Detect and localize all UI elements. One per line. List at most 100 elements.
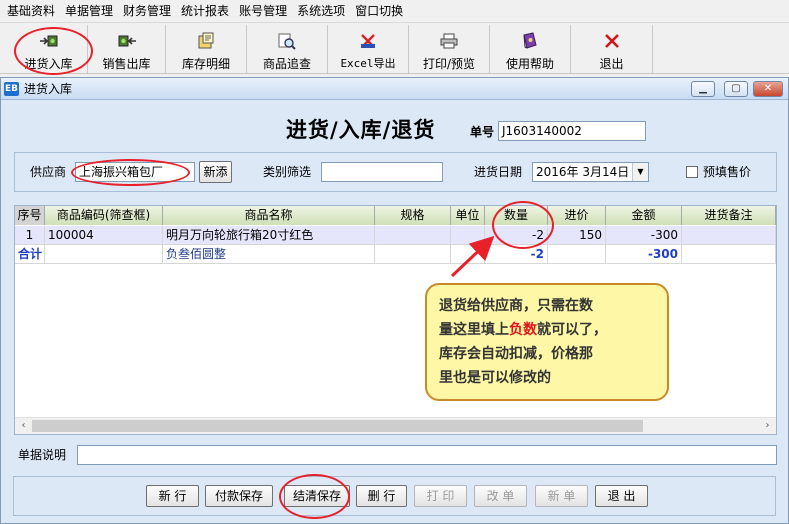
table-row[interactable]: 1 100004 明月万向轮旅行箱20寸红色 -2 150 -300	[15, 226, 776, 245]
toolbar-label: 商品追查	[262, 57, 311, 71]
toolbar-label: 使用帮助	[505, 57, 554, 71]
menu-bar: 基础资料 单据管理 财务管理 统计报表 账号管理 系统选项 窗口切换	[0, 0, 789, 22]
window-title: 进货入库	[24, 82, 73, 96]
toolbar-stock-out-button[interactable]: 销售出库	[88, 25, 166, 73]
doc-number-field[interactable]: J1603140002	[498, 121, 646, 141]
cell-price[interactable]: 150	[548, 226, 606, 245]
toolbar-excel-export-button[interactable]: Excel导出	[328, 25, 409, 73]
supplier-field[interactable]: 上海振兴箱包厂	[75, 162, 195, 182]
toolbar-exit-button[interactable]: 退出	[571, 25, 653, 73]
scroll-right-icon[interactable]: ›	[759, 418, 776, 434]
total-amount-in-words: 负叁佰圆整	[163, 245, 375, 264]
toolbar-stock-in-button[interactable]: 进货入库	[10, 25, 88, 73]
annotation-line-2a: 量这里填上	[439, 322, 509, 338]
col-header-unit[interactable]: 单位	[451, 206, 485, 225]
stock-out-icon	[116, 30, 138, 52]
date-value: 2016年 3月14日	[536, 165, 630, 179]
cell-amount[interactable]: -300	[606, 226, 682, 245]
toolbar-product-trace-button[interactable]: 商品追查	[247, 25, 328, 73]
printer-icon	[438, 30, 460, 52]
close-icon: ✕	[763, 83, 773, 94]
page-title: 进货/入库/退货	[286, 117, 436, 142]
date-picker[interactable]: 2016年 3月14日 ▼	[532, 162, 649, 182]
menu-reports[interactable]: 统计报表	[176, 0, 234, 22]
annotation-emphasis: 负数	[509, 322, 537, 338]
horizontal-scrollbar[interactable]: ‹ ›	[15, 417, 776, 434]
menu-basic-data[interactable]: 基础资料	[2, 0, 60, 22]
print-button[interactable]: 打 印	[414, 485, 467, 507]
col-header-amount[interactable]: 金额	[606, 206, 682, 225]
total-label: 合计	[15, 245, 45, 264]
cell-qty[interactable]: -2	[485, 226, 548, 245]
toolbar-label: 销售出库	[102, 57, 151, 71]
new-row-button[interactable]: 新 行	[146, 485, 199, 507]
toolbar-label: 退出	[599, 57, 624, 71]
chevron-down-icon[interactable]: ▼	[632, 163, 648, 181]
total-cell-unit	[451, 245, 485, 264]
new-order-button[interactable]: 新 单	[535, 485, 588, 507]
inventory-icon	[195, 30, 217, 52]
cell-note[interactable]	[682, 226, 776, 245]
modify-order-button[interactable]: 改 单	[474, 485, 527, 507]
annotation-line-4: 里也是可以修改的	[439, 370, 551, 386]
total-cell-note	[682, 245, 776, 264]
add-supplier-button[interactable]: 新添	[199, 161, 232, 183]
col-header-price[interactable]: 进价	[548, 206, 606, 225]
settle-save-button[interactable]: 结清保存	[284, 485, 350, 507]
pay-save-button[interactable]: 付款保存	[205, 485, 273, 507]
scroll-left-icon[interactable]: ‹	[15, 418, 32, 434]
toolbar-inventory-button[interactable]: 库存明细	[166, 25, 247, 73]
maximize-button[interactable]: ▢	[724, 81, 748, 97]
toolbar-label: Excel导出	[340, 57, 396, 70]
excel-icon	[357, 30, 379, 52]
stock-in-icon	[38, 30, 60, 52]
memo-label: 单据说明	[18, 448, 67, 462]
menu-options[interactable]: 系统选项	[292, 0, 350, 22]
col-header-seq[interactable]: 序号	[15, 206, 45, 225]
minimize-button[interactable]: ▁	[691, 81, 715, 97]
cell-unit[interactable]	[451, 226, 485, 245]
app-root: 基础资料 单据管理 财务管理 统计报表 账号管理 系统选项 窗口切换 进货入库 …	[0, 0, 789, 524]
total-amount: -300	[606, 245, 682, 264]
prefill-price-label: 预填售价	[703, 165, 752, 179]
cell-spec[interactable]	[375, 226, 451, 245]
delete-row-button[interactable]: 删 行	[356, 485, 407, 507]
memo-input[interactable]	[77, 445, 777, 465]
col-header-code[interactable]: 商品编码(筛查框)	[45, 206, 163, 225]
annotation-line-3: 库存会自动扣减，价格那	[439, 346, 593, 362]
total-cell-spec	[375, 245, 451, 264]
total-cell-price	[548, 245, 606, 264]
cell-name[interactable]: 明月万向轮旅行箱20寸红色	[163, 226, 375, 245]
cell-code[interactable]: 100004	[45, 226, 163, 245]
menu-accounts[interactable]: 账号管理	[234, 0, 292, 22]
menu-documents[interactable]: 单据管理	[60, 0, 118, 22]
app-logo-icon: EB	[4, 82, 19, 96]
doc-number-label: 单号	[470, 125, 495, 139]
total-cell-code	[45, 245, 163, 264]
minimize-icon: ▁	[699, 83, 707, 94]
col-header-note[interactable]: 进货备注	[682, 206, 776, 225]
toolbar-help-button[interactable]: 使用帮助	[490, 25, 571, 73]
menu-finance[interactable]: 财务管理	[118, 0, 176, 22]
close-button[interactable]: ✕	[753, 81, 783, 97]
col-header-spec[interactable]: 规格	[375, 206, 451, 225]
toolbar: 进货入库 销售出库 库存明细 商品追查 Excel导出 打印/预览 使用帮助 退…	[0, 22, 789, 74]
category-filter-label: 类别筛选	[263, 165, 312, 179]
scrollbar-thumb[interactable]	[32, 420, 643, 432]
toolbar-label: 进货入库	[24, 57, 73, 71]
cell-seq: 1	[15, 226, 45, 245]
date-label: 进货日期	[474, 165, 523, 179]
exit-x-icon	[601, 30, 623, 52]
category-filter-input[interactable]	[321, 162, 443, 182]
annotation-line-2: 量这里填上负数就可以了，	[439, 318, 655, 342]
prefill-price-checkbox[interactable]	[686, 166, 698, 178]
col-header-name[interactable]: 商品名称	[163, 206, 375, 225]
supplier-label: 供应商	[30, 165, 67, 179]
filter-panel: 供应商 上海振兴箱包厂 新添 类别筛选 进货日期 2016年 3月14日 ▼ 预…	[14, 152, 777, 192]
exit-button[interactable]: 退 出	[595, 485, 648, 507]
toolbar-label: 打印/预览	[422, 57, 476, 71]
menu-window[interactable]: 窗口切换	[350, 0, 408, 22]
toolbar-print-preview-button[interactable]: 打印/预览	[409, 25, 490, 73]
annotation-line-2b: 就可以了，	[537, 322, 607, 338]
col-header-qty[interactable]: 数量	[485, 206, 548, 225]
